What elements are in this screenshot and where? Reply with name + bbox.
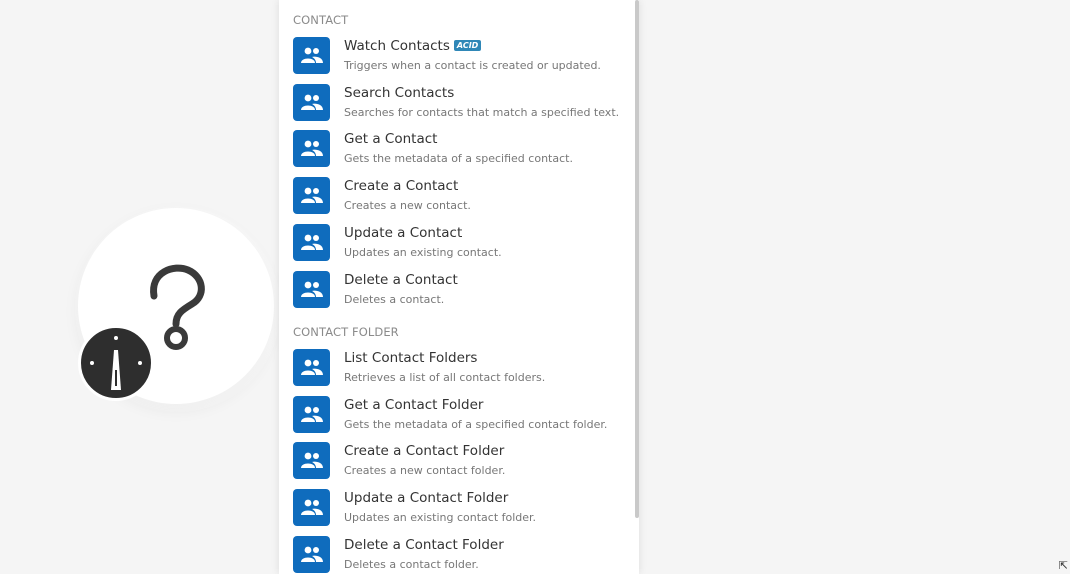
module-description: Gets the metadata of a specified contact… — [344, 152, 573, 165]
contacts-icon — [293, 130, 330, 167]
module-title: List Contact Folders — [344, 350, 478, 366]
module-item-get-contact[interactable]: Get a Contact Gets the metadata of a spe… — [293, 130, 623, 174]
module-title: Delete a Contact Folder — [344, 537, 504, 553]
module-title: Update a Contact Folder — [344, 490, 509, 506]
module-title: Get a Contact Folder — [344, 397, 484, 413]
module-item-delete-contact-folder[interactable]: Delete a Contact Folder Deletes a contac… — [293, 536, 623, 574]
module-description: Retrieves a list of all contact folders. — [344, 371, 546, 384]
contacts-icon — [293, 271, 330, 308]
contacts-icon — [293, 84, 330, 121]
module-description: Triggers when a contact is created or up… — [344, 59, 601, 72]
module-description: Creates a new contact folder. — [344, 464, 506, 477]
module-title: Watch Contacts ACID — [344, 38, 482, 54]
module-title: Create a Contact — [344, 178, 459, 194]
module-description: Gets the metadata of a specified contact… — [344, 418, 608, 431]
module-item-create-contact[interactable]: Create a Contact Creates a new contact. — [293, 177, 623, 221]
contacts-icon — [293, 489, 330, 526]
module-item-watch-contacts[interactable]: Watch Contacts ACID Triggers when a conta… — [293, 37, 623, 81]
module-item-get-contact-folder[interactable]: Get a Contact Folder Gets the metadata o… — [293, 396, 623, 440]
module-picker-panel[interactable]: Contact Watch Contacts ACID Triggers when… — [279, 0, 639, 574]
module-item-update-contact-folder[interactable]: Update a Contact Folder Updates an exist… — [293, 489, 623, 533]
module-description: Deletes a contact. — [344, 293, 445, 306]
resize-grip-icon[interactable]: ⇱ — [1059, 559, 1068, 572]
module-item-update-contact[interactable]: Update a Contact Updates an existing con… — [293, 224, 623, 268]
module-title: Search Contacts — [344, 85, 455, 101]
module-title: Delete a Contact — [344, 272, 458, 288]
section-header-contact: Contact — [293, 13, 349, 27]
module-description: Searches for contacts that match a speci… — [344, 106, 620, 119]
section-header-contact-folder: Contact Folder — [293, 325, 399, 339]
scenario-canvas[interactable]: Contact Watch Contacts ACID Triggers when… — [0, 0, 1070, 574]
panel-scrollbar[interactable] — [635, 0, 639, 518]
contacts-icon — [293, 396, 330, 433]
contacts-icon — [293, 37, 330, 74]
contacts-icon — [293, 224, 330, 261]
question-mark-icon — [150, 264, 205, 350]
contacts-icon — [293, 442, 330, 479]
module-title: Create a Contact Folder — [344, 443, 505, 459]
app-logo-icon[interactable] — [78, 325, 154, 401]
module-description: Updates an existing contact folder. — [344, 511, 537, 524]
contacts-icon — [293, 349, 330, 386]
module-title: Get a Contact — [344, 131, 438, 147]
module-item-search-contacts[interactable]: Search Contacts Searches for contacts th… — [293, 84, 623, 128]
module-description: Updates an existing contact. — [344, 246, 502, 259]
module-description: Deletes a contact folder. — [344, 558, 479, 571]
contacts-icon — [293, 536, 330, 573]
contacts-icon — [293, 177, 330, 214]
module-item-delete-contact[interactable]: Delete a Contact Deletes a contact. — [293, 271, 623, 315]
module-title: Update a Contact — [344, 225, 463, 241]
module-item-create-contact-folder[interactable]: Create a Contact Folder Creates a new co… — [293, 442, 623, 486]
module-description: Creates a new contact. — [344, 199, 471, 212]
module-item-list-contact-folders[interactable]: List Contact Folders Retrieves a list of… — [293, 349, 623, 393]
acid-badge: ACID — [453, 40, 482, 51]
